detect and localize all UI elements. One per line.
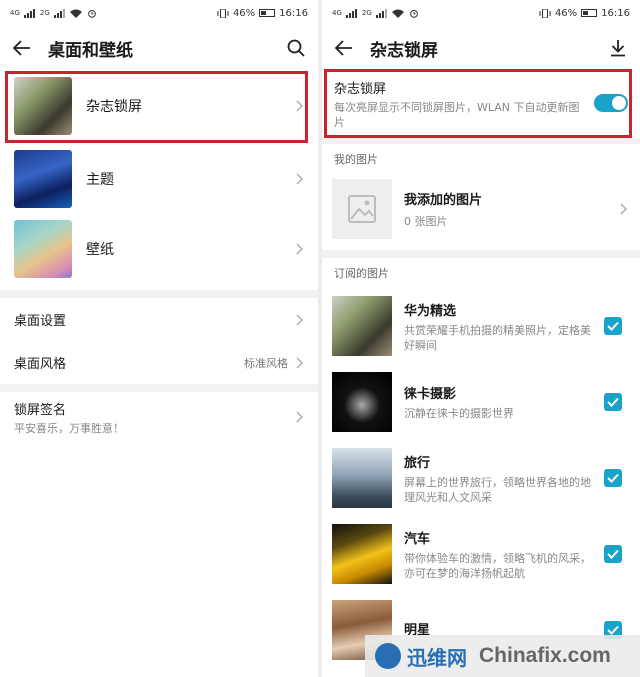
subscription-row[interactable]: 徕卡摄影 沉静在徕卡的摄影世界 [322,364,640,440]
chevron-right-icon [296,411,303,423]
vibrate-icon [539,8,551,18]
watermark-en-text: Chinafix.com [479,644,611,667]
chevron-right-icon [296,173,303,185]
subscription-name: 华为精选 [404,303,457,319]
app-bar: 杂志锁屏 [322,26,640,70]
download-icon[interactable] [606,36,630,60]
carrier-4g-label: 4G [10,9,20,17]
signal-icon [23,8,35,18]
themes-item[interactable]: 主题 [0,144,318,214]
alarm-icon [409,9,418,18]
subscription-desc: 共赏荣耀手机拍摄的精美照片，定格美好瞬间 [404,323,591,352]
magazine-lockscreen-toggle-row[interactable]: 杂志锁屏 每次亮屏显示不同锁屏图片，WLAN 下自动更新图片 [322,70,640,138]
watermark-cn-text: 迅维网 [407,645,467,670]
chevron-right-icon [620,203,627,215]
carrier-2g-label: 2G [361,9,372,17]
vibrate-icon [217,8,229,18]
desktop-settings-item[interactable]: 桌面设置 [0,298,318,341]
page-title: 桌面和壁纸 [48,40,133,61]
carrier-2g-label: 2G [39,9,50,17]
wifi-icon [391,9,404,18]
desktop-style-item[interactable]: 桌面风格 标准风格 [0,341,318,384]
section-divider [0,384,318,392]
subscription-name: 汽车 [404,531,431,547]
subscription-thumbnail [332,524,392,584]
watermark: 迅维网 Chinafix.com [365,635,640,677]
item-value: 标准风格 [244,356,288,370]
chevron-right-icon [296,243,303,255]
back-arrow-icon[interactable] [10,36,34,60]
checkbox-checked-icon[interactable] [604,393,622,411]
subscription-thumbnail [332,296,392,356]
subscribed-section-title: 订阅的图片 [334,267,389,280]
signal-icon [345,8,357,18]
lock-signature-text: 锁屏签名 平安喜乐，万事胜意！ [14,399,296,436]
subscription-name: 旅行 [404,455,431,471]
subscription-thumbnail [332,448,392,508]
chevron-right-icon [296,314,303,325]
wallpaper-item[interactable]: 壁纸 [0,214,318,284]
subscription-name: 徕卡摄影 [404,387,457,402]
subscription-desc: 带你体验车的激情，领略飞机的风采，亦可在梦的海洋扬帆起航 [404,551,591,580]
search-icon[interactable] [284,36,308,60]
status-bar: 4G 2G 46% 16:16 [0,0,318,26]
checkbox-checked-icon[interactable] [604,317,622,335]
item-label: 杂志锁屏 [86,99,142,115]
item-title: 我添加的图片 [404,193,483,208]
left-screen: 4G 2G 46% 16:16 桌面和壁纸 杂志锁屏 主题 壁纸 桌面设置 桌面… [0,0,318,677]
picture-count: 0 张图片 [404,215,448,228]
app-bar: 桌面和壁纸 [0,26,318,70]
item-label: 桌面风格 [14,357,67,372]
chevron-right-icon [296,357,303,368]
subscription-desc: 沉静在徕卡的摄影世界 [404,407,514,420]
magazine-lockscreen-switch[interactable] [594,94,628,112]
signal-icon [375,8,387,18]
back-arrow-icon[interactable] [332,36,356,60]
checkbox-checked-icon[interactable] [604,469,622,487]
watermark-logo [375,643,401,669]
image-placeholder-icon [332,179,392,239]
lock-signature-item[interactable]: 锁屏签名 平安喜乐，万事胜意！ [0,392,318,442]
carrier-4g-label: 4G [332,9,342,17]
magazine-lockscreen-item[interactable]: 杂志锁屏 [0,72,318,140]
toggle-label: 杂志锁屏 [334,82,387,97]
alarm-icon [87,9,96,18]
section-divider [0,290,318,298]
section-divider [322,250,640,258]
item-label: 锁屏签名 [14,402,67,418]
my-pictures-section-title: 我的图片 [334,153,378,166]
my-added-pictures-item[interactable]: 我添加的图片 0 张图片 [322,174,640,244]
battery-icon [581,9,598,17]
subscription-row[interactable]: 旅行 屏幕上的世界旅行，领略世界各地的地理风光和人文风采 [322,440,640,516]
wifi-icon [69,9,82,18]
wallpaper-thumbnail [14,220,72,278]
subscription-row[interactable]: 华为精选 共赏荣耀手机拍摄的精美照片，定格美好瞬间 [322,288,640,364]
magazine-lockscreen-thumbnail [14,77,72,135]
item-label: 桌面设置 [14,314,67,329]
subscription-desc: 屏幕上的世界旅行，领略世界各地的地理风光和人文风采 [404,475,591,504]
battery-icon [259,9,276,17]
checkbox-checked-icon[interactable] [604,545,622,563]
clock: 16:16 [601,7,630,19]
right-screen: 4G 2G 46% 16:16 杂志锁屏 杂志锁屏 每次亮屏显示不同锁屏图片，W… [322,0,640,677]
battery-percent: 46% [554,7,578,19]
toggle-description: 每次亮屏显示不同锁屏图片，WLAN 下自动更新图片 [334,101,580,129]
item-label: 壁纸 [86,242,114,258]
subscription-row[interactable]: 汽车 带你体验车的激情，领略飞机的风采，亦可在梦的海洋扬帆起航 [322,516,640,592]
page-title: 杂志锁屏 [370,40,438,61]
clock: 16:16 [279,7,308,19]
chevron-right-icon [296,100,303,112]
themes-thumbnail [14,150,72,208]
signal-icon [53,8,65,18]
item-value: 平安喜乐，万事胜意！ [14,421,124,435]
subscription-thumbnail [332,372,392,432]
status-bar: 4G 2G 46% 16:16 [322,0,640,26]
battery-percent: 46% [232,7,256,19]
item-label: 主题 [86,172,114,188]
